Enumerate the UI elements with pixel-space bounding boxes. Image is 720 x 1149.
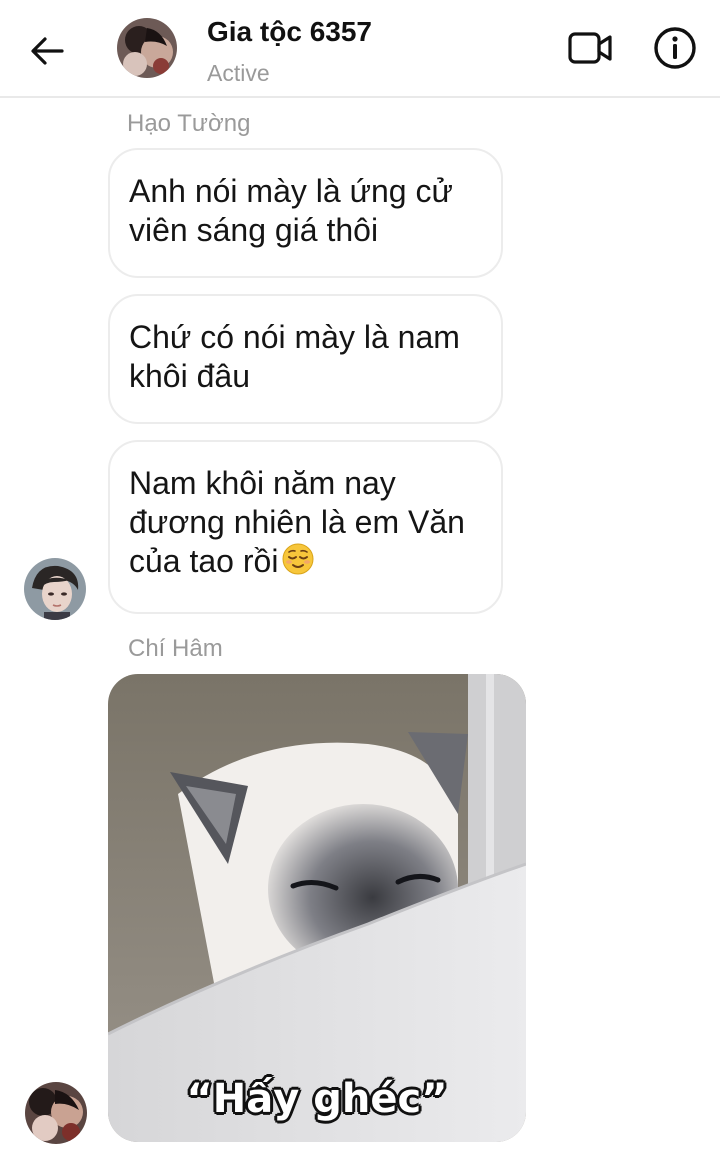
meme-caption: “Hấy ghéc”: [186, 1076, 448, 1122]
chat-title[interactable]: Gia tộc 6357: [207, 16, 372, 48]
group-avatar[interactable]: [117, 18, 177, 78]
active-status: Active: [207, 60, 270, 86]
message-text: Anh nói mày là ứng cử viên sáng giá thôi: [129, 173, 453, 248]
relieved-face-emoji: [282, 543, 314, 584]
info-button[interactable]: [652, 25, 698, 71]
sender-avatar[interactable]: [24, 558, 86, 620]
sender-name: Chí Hâm: [128, 635, 223, 662]
message-bubble[interactable]: Chứ có nói mày là nam khôi đâu: [108, 294, 503, 424]
back-button[interactable]: [22, 26, 72, 76]
cat-meme-image[interactable]: “Hấy ghéc”: [108, 674, 526, 1142]
video-call-button[interactable]: [565, 26, 615, 70]
video-call-icon: [568, 32, 612, 64]
sender-name: Hạo Tường: [127, 110, 251, 137]
chat-header: Gia tộc 6357 Active: [0, 0, 720, 98]
message-bubble[interactable]: Anh nói mày là ứng cử viên sáng giá thôi: [108, 148, 503, 278]
back-arrow-icon: [31, 37, 64, 65]
info-icon: [654, 27, 696, 69]
message-text: Chứ có nói mày là nam khôi đâu: [129, 319, 460, 394]
message-bubble[interactable]: Nam khôi năm nay đương nhiên là em Văn c…: [108, 440, 503, 614]
sender-avatar[interactable]: [25, 1082, 87, 1144]
